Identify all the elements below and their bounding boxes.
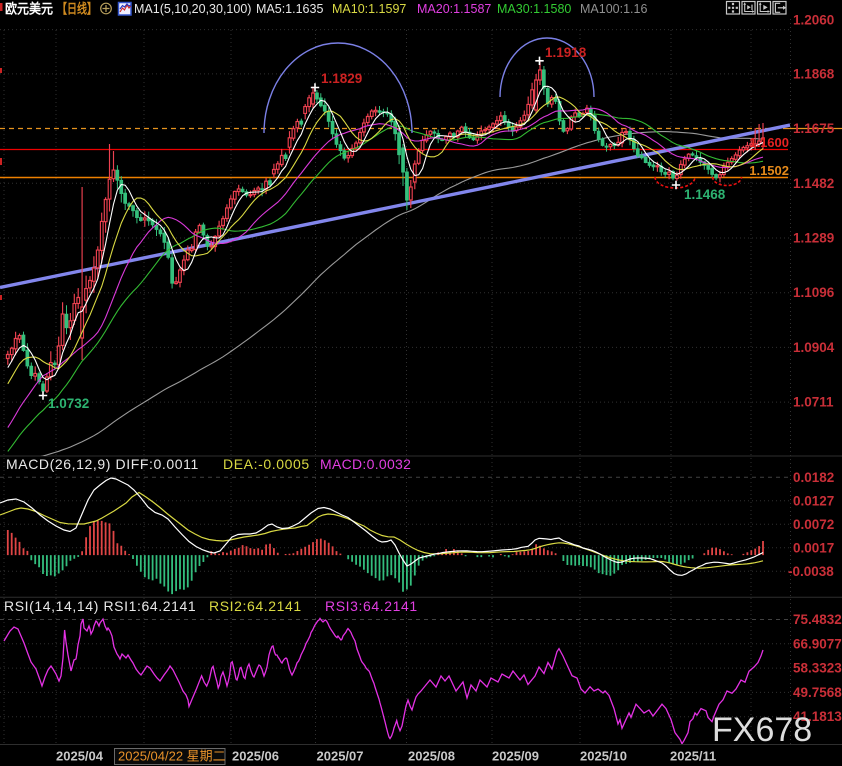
svg-text:MA5:1.1635: MA5:1.1635 [256,2,323,16]
svg-text:MACD(26,12,9) DIFF:0.0011: MACD(26,12,9) DIFF:0.0011 [6,456,199,472]
svg-text:1.1600: 1.1600 [749,135,789,150]
svg-text:1.1868: 1.1868 [793,66,835,81]
svg-text:2025/07: 2025/07 [317,749,364,764]
svg-text:1.1502: 1.1502 [749,163,789,178]
svg-text:2025/08: 2025/08 [408,749,455,764]
svg-text:2025/09: 2025/09 [492,749,539,764]
svg-text:RSI3:64.2141: RSI3:64.2141 [325,598,418,614]
svg-text:2025/06: 2025/06 [232,749,279,764]
svg-text:66.9077: 66.9077 [793,636,842,651]
svg-text:1.1482: 1.1482 [793,176,834,191]
svg-text:58.3323: 58.3323 [793,661,842,676]
svg-text:1.0711: 1.0711 [793,395,834,410]
svg-text:-0.0038: -0.0038 [788,564,834,579]
svg-text:1.1829: 1.1829 [321,71,362,86]
svg-text:0.0127: 0.0127 [793,493,834,508]
svg-text:49.7568: 49.7568 [793,685,842,700]
svg-text:1.2060: 1.2060 [793,13,834,28]
svg-text:0.0072: 0.0072 [793,517,834,532]
svg-text:【日线】: 【日线】 [57,1,97,17]
svg-text:DEA:-0.0005: DEA:-0.0005 [223,456,310,472]
svg-text:MA100:1.16: MA100:1.16 [580,2,647,16]
svg-text:2025/10: 2025/10 [580,749,627,764]
svg-text:1.1289: 1.1289 [793,231,834,246]
svg-text:2025/04: 2025/04 [56,749,104,764]
svg-text:MACD:0.0032: MACD:0.0032 [320,456,411,472]
svg-text:75.4832: 75.4832 [793,612,842,627]
svg-text:RSI2:64.2141: RSI2:64.2141 [209,598,302,614]
svg-text:1.1096: 1.1096 [793,285,835,300]
svg-text:2025/11: 2025/11 [670,749,716,764]
svg-text:RSI(14,14,14) RSI1:64.2141: RSI(14,14,14) RSI1:64.2141 [4,598,196,614]
svg-text:0.0182: 0.0182 [793,470,834,485]
svg-text:MA30:1.1580: MA30:1.1580 [497,2,571,16]
svg-text:2025/04/22 星期二: 2025/04/22 星期二 [118,749,226,764]
svg-text:欧元美元: 欧元美元 [5,1,53,17]
svg-text:MA20:1.1587: MA20:1.1587 [417,2,491,16]
svg-text:1.0904: 1.0904 [793,340,835,355]
svg-text:1.1918: 1.1918 [545,45,587,60]
svg-text:1.1675: 1.1675 [793,121,835,136]
svg-text:MA10:1.1597: MA10:1.1597 [332,2,406,16]
svg-text:FX678: FX678 [712,711,812,749]
svg-text:MA1(5,10,20,30,100): MA1(5,10,20,30,100) [134,2,251,16]
svg-text:1.1468: 1.1468 [684,187,726,202]
svg-text:1.0732: 1.0732 [48,396,89,411]
svg-text:0.0017: 0.0017 [793,540,834,555]
